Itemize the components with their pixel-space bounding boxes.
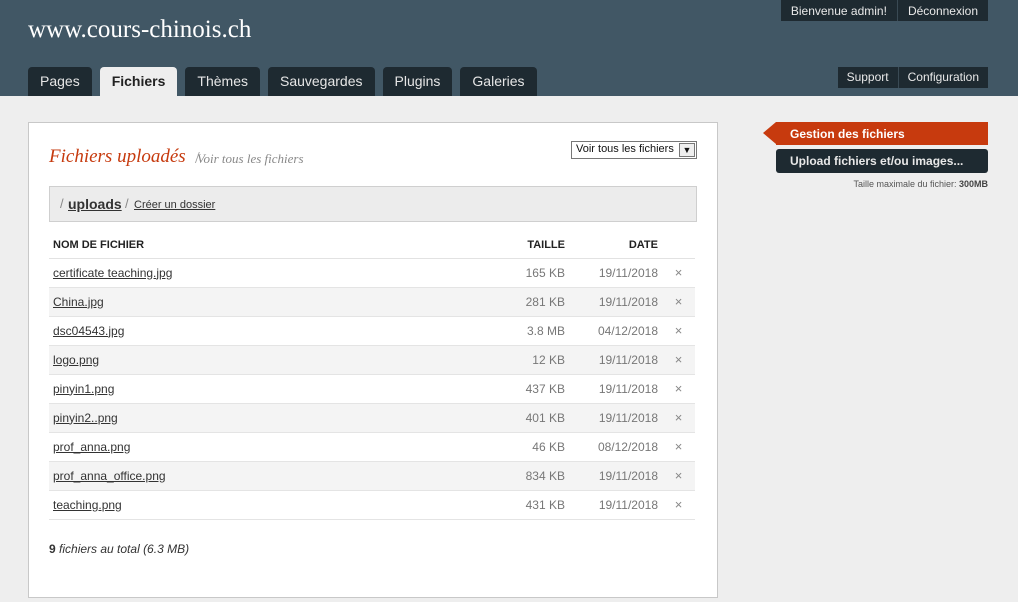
file-date: 19/11/2018 bbox=[569, 287, 662, 317]
max-file-size-value: 300MB bbox=[958, 179, 988, 189]
file-table: NOM DE FICHIER TAILLE DATE certificate t… bbox=[49, 233, 695, 520]
file-size: 165 KB bbox=[469, 258, 569, 288]
file-link[interactable]: pinyin2..png bbox=[53, 411, 118, 425]
file-link[interactable]: China.jpg bbox=[53, 295, 104, 309]
delete-icon[interactable]: × bbox=[662, 461, 695, 491]
file-date: 08/12/2018 bbox=[569, 432, 662, 462]
file-size: 834 KB bbox=[469, 461, 569, 491]
file-size: 3.8 MB bbox=[469, 316, 569, 346]
file-size: 431 KB bbox=[469, 490, 569, 520]
file-link[interactable]: pinyin1.png bbox=[53, 382, 114, 396]
column-header-size[interactable]: TAILLE bbox=[469, 233, 569, 259]
table-header-row: NOM DE FICHIER TAILLE DATE bbox=[49, 233, 695, 259]
table-row: certificate teaching.jpg 165 KB 19/11/20… bbox=[49, 258, 695, 288]
upload-files-button[interactable]: Upload fichiers et/ou images... bbox=[776, 149, 988, 173]
secondary-links: Support Configuration bbox=[837, 67, 988, 88]
delete-icon[interactable]: × bbox=[662, 258, 695, 288]
breadcrumb-separator: / bbox=[125, 196, 129, 211]
file-date: 19/11/2018 bbox=[569, 461, 662, 491]
table-row: China.jpg 281 KB 19/11/2018 × bbox=[49, 287, 695, 317]
column-header-name[interactable]: NOM DE FICHIER bbox=[49, 233, 469, 259]
support-link[interactable]: Support bbox=[837, 67, 898, 88]
file-date: 19/11/2018 bbox=[569, 490, 662, 520]
main-tabs: Pages Fichiers Thèmes Sauvegardes Plugin… bbox=[28, 67, 545, 96]
chevron-down-icon[interactable]: ▼ bbox=[679, 143, 695, 157]
tab-fichiers[interactable]: Fichiers bbox=[99, 67, 178, 96]
tab-sauvegardes[interactable]: Sauvegardes bbox=[267, 67, 375, 96]
file-filter-select[interactable]: Voir tous les fichiers ▼ bbox=[571, 141, 697, 159]
page-title: Fichiers uploadés bbox=[49, 146, 186, 167]
file-size: 46 KB bbox=[469, 432, 569, 462]
delete-icon[interactable]: × bbox=[662, 345, 695, 375]
tab-pages[interactable]: Pages bbox=[28, 67, 92, 96]
max-file-size: Taille maximale du fichier: 300MB bbox=[853, 179, 988, 189]
file-date: 19/11/2018 bbox=[569, 258, 662, 288]
table-row: pinyin1.png 437 KB 19/11/2018 × bbox=[49, 374, 695, 404]
file-date: 19/11/2018 bbox=[569, 345, 662, 375]
files-total: 9 fichiers au total (6.3 MB) bbox=[49, 542, 189, 556]
file-filter-value: Voir tous les fichiers bbox=[576, 143, 674, 155]
max-file-size-label: Taille maximale du fichier: bbox=[853, 179, 959, 189]
breadcrumb-folder-uploads[interactable]: uploads bbox=[68, 196, 122, 212]
sidebar-item-file-management[interactable]: Gestion des fichiers bbox=[763, 122, 988, 145]
file-size: 401 KB bbox=[469, 403, 569, 433]
welcome-admin-link[interactable]: Bienvenue admin! bbox=[780, 0, 897, 21]
table-row: prof_anna_office.png 834 KB 19/11/2018 × bbox=[49, 461, 695, 491]
file-date: 04/12/2018 bbox=[569, 316, 662, 346]
file-link[interactable]: teaching.png bbox=[53, 498, 122, 512]
breadcrumb: / uploads / Créer un dossier bbox=[49, 186, 697, 222]
configuration-link[interactable]: Configuration bbox=[897, 67, 988, 88]
file-link[interactable]: prof_anna.png bbox=[53, 440, 130, 454]
file-date: 19/11/2018 bbox=[569, 403, 662, 433]
delete-icon[interactable]: × bbox=[662, 432, 695, 462]
table-row: prof_anna.png 46 KB 08/12/2018 × bbox=[49, 432, 695, 462]
header-bar: www.cours-chinois.ch Bienvenue admin! Dé… bbox=[0, 0, 1018, 96]
table-row: dsc04543.jpg 3.8 MB 04/12/2018 × bbox=[49, 316, 695, 346]
file-link[interactable]: prof_anna_office.png bbox=[53, 469, 166, 483]
table-row: logo.png 12 KB 19/11/2018 × bbox=[49, 345, 695, 375]
files-total-count: 9 bbox=[49, 542, 56, 556]
tab-galeries[interactable]: Galeries bbox=[460, 67, 537, 96]
files-panel: Fichiers uploadés / Voir tous les fichie… bbox=[28, 122, 718, 598]
table-row: pinyin2..png 401 KB 19/11/2018 × bbox=[49, 403, 695, 433]
logout-link[interactable]: Déconnexion bbox=[896, 0, 988, 21]
file-link[interactable]: dsc04543.jpg bbox=[53, 324, 124, 338]
file-size: 281 KB bbox=[469, 287, 569, 317]
delete-icon[interactable]: × bbox=[662, 490, 695, 520]
delete-icon[interactable]: × bbox=[662, 403, 695, 433]
delete-icon[interactable]: × bbox=[662, 316, 695, 346]
column-header-date[interactable]: DATE bbox=[569, 233, 662, 259]
tab-themes[interactable]: Thèmes bbox=[185, 67, 260, 96]
table-row: teaching.png 431 KB 19/11/2018 × bbox=[49, 490, 695, 520]
site-title: www.cours-chinois.ch bbox=[28, 16, 252, 43]
breadcrumb-separator: / bbox=[60, 196, 64, 211]
column-header-actions bbox=[662, 233, 695, 259]
files-total-text: fichiers au total (6.3 MB) bbox=[55, 542, 190, 556]
create-folder-link[interactable]: Créer un dossier bbox=[134, 199, 215, 211]
view-all-files-link[interactable]: Voir tous les fichiers bbox=[197, 151, 304, 167]
user-links: Bienvenue admin! Déconnexion bbox=[780, 0, 988, 21]
delete-icon[interactable]: × bbox=[662, 287, 695, 317]
delete-icon[interactable]: × bbox=[662, 374, 695, 404]
file-size: 12 KB bbox=[469, 345, 569, 375]
file-link[interactable]: logo.png bbox=[53, 353, 99, 367]
file-link[interactable]: certificate teaching.jpg bbox=[53, 266, 172, 280]
file-size: 437 KB bbox=[469, 374, 569, 404]
file-date: 19/11/2018 bbox=[569, 374, 662, 404]
tab-plugins[interactable]: Plugins bbox=[382, 67, 453, 96]
